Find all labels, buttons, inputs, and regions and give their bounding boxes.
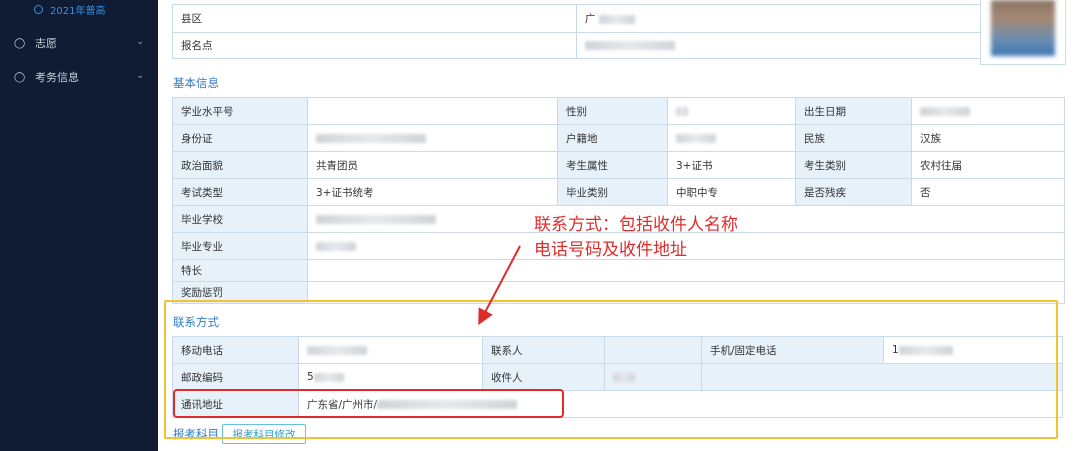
value-xuejie	[307, 97, 558, 125]
annotation-text: 联系方式：包括收件人名称 电话号码及收件地址	[534, 213, 794, 263]
value-birth	[911, 97, 1065, 125]
label-gradtype: 毕业类别	[557, 178, 668, 206]
label-gender: 性别	[557, 97, 668, 125]
annotation-arrow-icon	[478, 245, 521, 326]
annotation-line-2: 电话号码及收件地址	[534, 240, 687, 260]
label-disabled: 是否残疾	[795, 178, 912, 206]
basic-info-table: 学业水平号 性别 出生日期 身份证 户籍地 民族 汉族 政治面貌 共青团员 考生…	[172, 97, 1065, 304]
sidebar-item-label: 2021年普高	[50, 5, 106, 17]
label-nation: 民族	[795, 124, 912, 152]
enroll-point-value	[576, 32, 981, 59]
label-attr: 考生属性	[557, 151, 668, 179]
sidebar-item-label: 考务信息	[35, 71, 79, 84]
chevron-down-icon: ⌄	[136, 37, 144, 47]
sidebar: 2021年普高 ◯ 志愿 ⌄ ◯ 考务信息 ⌄	[0, 0, 158, 451]
value-politics: 共青团员	[307, 151, 558, 179]
county-label: 县区	[172, 4, 577, 33]
value-gradtype: 中职中专	[667, 178, 796, 206]
label-major: 毕业专业	[172, 232, 308, 260]
value-disabled: 否	[911, 178, 1065, 206]
value-attr: 3+证书	[667, 151, 796, 179]
contact-highlight-box	[164, 300, 1058, 439]
label-examtype: 考试类型	[172, 178, 308, 206]
avatar	[991, 0, 1055, 56]
chevron-down-icon: ⌄	[136, 71, 144, 81]
label-hukou: 户籍地	[557, 124, 668, 152]
label-category: 考生类别	[795, 151, 912, 179]
sidebar-item-label: 志愿	[35, 37, 57, 50]
value-category: 农村往届	[911, 151, 1065, 179]
sidebar-item-2021-gaokao[interactable]: 2021年普高	[0, 0, 158, 18]
county-value: 广	[576, 4, 981, 33]
annotation-line-1: 联系方式：包括收件人名称	[534, 215, 738, 235]
sidebar-item-zhiyuan[interactable]: ◯ 志愿 ⌄	[0, 32, 158, 54]
value-gender	[667, 97, 796, 125]
label-politics: 政治面貌	[172, 151, 308, 179]
basic-info-title: 基本信息	[173, 76, 219, 90]
value-id	[307, 124, 558, 152]
people-icon: ◯	[14, 71, 26, 83]
circle-icon	[34, 4, 43, 14]
value-nation: 汉族	[911, 124, 1065, 152]
address-highlight-box	[173, 389, 564, 418]
label-school: 毕业学校	[172, 205, 308, 233]
label-birth: 出生日期	[795, 97, 912, 125]
value-examtype: 3+证书统考	[307, 178, 558, 206]
label-xuejie: 学业水平号	[172, 97, 308, 125]
label-id: 身份证	[172, 124, 308, 152]
enroll-point-label: 报名点	[172, 32, 577, 59]
student-photo	[980, 0, 1066, 65]
label-specialty: 特长	[172, 259, 308, 282]
sidebar-item-kaowu[interactable]: ◯ 考务信息 ⌄	[0, 66, 158, 88]
value-hukou	[667, 124, 796, 152]
region-table: 县区 广 报名点	[172, 4, 981, 59]
people-icon: ◯	[14, 37, 26, 49]
